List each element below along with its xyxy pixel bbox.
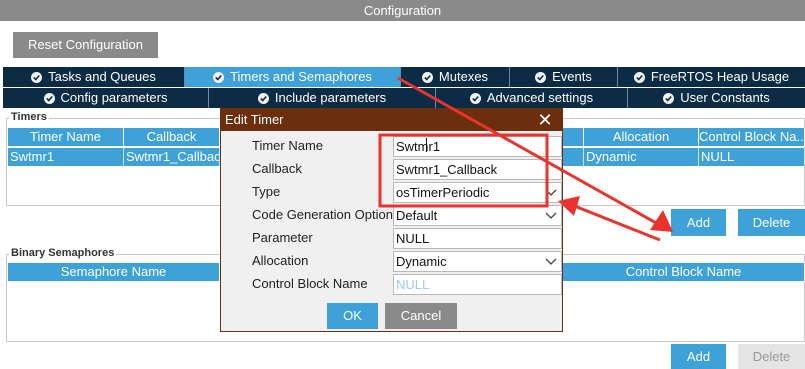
semaphores-delete-button: Delete [738, 344, 805, 369]
annotation-arrow-line [571, 203, 661, 242]
tab-include-parameters[interactable]: Include parameters [209, 88, 436, 108]
code-generation-option-value: Default [396, 208, 438, 223]
tab-label: FreeRTOS Heap Usage [650, 69, 790, 84]
col-header-callback[interactable]: Callback [124, 128, 220, 146]
window-title: Configuration [0, 0, 805, 21]
type-select[interactable]: osTimerPeriodic [393, 182, 562, 203]
check-icon [421, 71, 433, 83]
tab-freertos-heap-usage[interactable]: FreeRTOS Heap Usage [618, 67, 805, 87]
tab-label: Include parameters [274, 90, 387, 105]
label-timer-name: Timer Name [252, 138, 324, 153]
timer-name-input[interactable]: Swtmr1 [393, 136, 562, 157]
table-row-control-block[interactable]: NULL [699, 148, 805, 166]
timers-add-button[interactable]: Add [671, 209, 726, 236]
tab-advanced-settings[interactable]: Advanced settings [436, 88, 628, 108]
col-header-control-block[interactable]: Control Block Na... [699, 128, 805, 146]
tab-events[interactable]: Events [510, 67, 618, 87]
check-icon [663, 92, 675, 104]
control-block-name-input[interactable]: NULL [393, 274, 562, 295]
label-allocation: Allocation [252, 253, 309, 268]
tab-label: Advanced settings [486, 90, 594, 105]
tab-strip-bottom: Config parameters Include parameters Adv… [3, 88, 805, 108]
check-icon [469, 92, 481, 104]
check-icon [257, 92, 269, 104]
tab-label: Config parameters [60, 90, 168, 105]
tab-timers-and-semaphores[interactable]: Timers and Semaphores [185, 67, 401, 87]
allocation-value: Dynamic [396, 254, 447, 269]
label-parameter: Parameter [252, 230, 313, 245]
timers-delete-button[interactable]: Delete [738, 209, 805, 236]
chevron-down-icon [545, 189, 557, 196]
check-icon [213, 71, 225, 83]
col-header-semaphore-control-block[interactable]: Control Block Name [563, 263, 805, 281]
col-header-allocation[interactable]: Allocation [584, 128, 699, 146]
tab-tasks-and-queues[interactable]: Tasks and Queues [3, 67, 185, 87]
label-type: Type [252, 184, 281, 199]
chevron-down-icon [545, 212, 557, 219]
chevron-down-icon [545, 258, 557, 265]
tab-label: Tasks and Queues [48, 69, 156, 84]
code-generation-option-select[interactable]: Default [393, 205, 562, 226]
col-header-hidden [563, 128, 584, 146]
tab-label: Timers and Semaphores [230, 69, 372, 84]
reset-configuration-button[interactable]: Reset Configuration [13, 32, 158, 58]
table-row-callback[interactable]: Swtmr1_Callbac [124, 148, 220, 166]
check-icon [31, 71, 43, 83]
dialog-title: Edit Timer [221, 109, 562, 131]
table-row-allocation[interactable]: Dynamic [584, 148, 699, 166]
allocation-select[interactable]: Dynamic [393, 251, 562, 272]
table-row-name[interactable]: Swtmr1 [8, 148, 124, 166]
cancel-button[interactable]: Cancel [385, 303, 457, 329]
binary-semaphores-group-label: Binary Semaphores [9, 247, 117, 259]
tab-label: Mutexes [438, 69, 489, 84]
timers-group-label: Timers [9, 111, 49, 123]
col-header-timer-name[interactable]: Timer Name [8, 128, 124, 146]
label-callback: Callback [252, 161, 302, 176]
label-control-block-name: Control Block Name [252, 276, 368, 291]
label-code-generation-option: Code Generation Option [252, 207, 393, 222]
tab-label: User Constants [680, 90, 770, 105]
parameter-input[interactable]: NULL [393, 228, 562, 249]
tab-mutexes[interactable]: Mutexes [401, 67, 510, 87]
tab-strip-top: Tasks and Queues Timers and Semaphores M… [3, 67, 805, 87]
edit-timer-dialog: Edit Timer ✕ Timer Name Swtmr1 Callback … [220, 108, 563, 332]
check-icon [633, 71, 645, 83]
type-value: osTimerPeriodic [396, 185, 490, 200]
tab-config-parameters[interactable]: Config parameters [3, 88, 209, 108]
col-header-semaphore-name[interactable]: Semaphore Name [8, 263, 220, 281]
check-icon [43, 92, 55, 104]
tab-label: Events [552, 69, 592, 84]
check-icon [535, 71, 547, 83]
tab-user-constants[interactable]: User Constants [628, 88, 805, 108]
ok-button[interactable]: OK [327, 303, 378, 329]
semaphores-add-button[interactable]: Add [671, 344, 726, 369]
annotation-arrowhead [650, 210, 673, 232]
callback-input[interactable]: Swtmr1_Callback [393, 159, 562, 180]
close-icon[interactable]: ✕ [536, 110, 554, 130]
table-row-hidden [563, 148, 584, 166]
